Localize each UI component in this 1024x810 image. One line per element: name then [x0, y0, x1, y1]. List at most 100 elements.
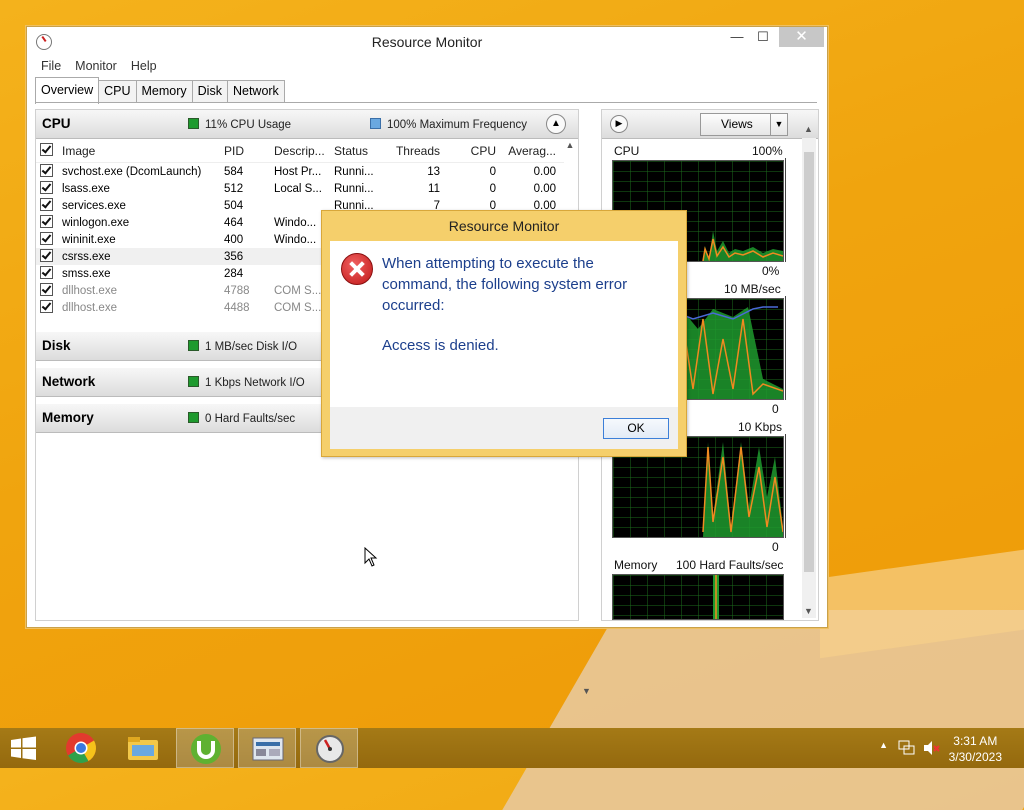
menu-bar: File Monitor Help [27, 57, 827, 77]
window-title: Resource Monitor [371, 34, 483, 50]
memory-graph-plot [613, 575, 783, 619]
cell-status: Runni... [334, 165, 374, 178]
cpu-section-title: CPU [42, 116, 71, 131]
tab-cpu[interactable]: CPU [98, 80, 137, 102]
cell-image: csrss.exe [62, 250, 111, 263]
control-panel-icon[interactable] [238, 728, 296, 768]
green-square-icon [188, 376, 199, 387]
disk-graph-min: 0 [772, 402, 779, 416]
cell-pid: 400 [224, 233, 244, 246]
file-explorer-icon[interactable] [114, 728, 172, 768]
graphs-scrollbar[interactable]: ▲ ▼ [802, 124, 816, 618]
error-dialog: Resource Monitor When attempting to exec… [321, 210, 687, 457]
tab-divider [35, 102, 817, 103]
title-bar[interactable]: Resource Monitor — ☐ ✕ [27, 27, 827, 57]
menu-file[interactable]: File [34, 57, 68, 77]
row-checkbox[interactable] [40, 282, 53, 296]
row-checkbox[interactable] [40, 214, 53, 228]
column-average[interactable]: Averag... [496, 144, 556, 158]
cell-description: Host Pr... [274, 165, 322, 178]
tab-network[interactable]: Network [226, 80, 285, 102]
dialog-body: When attempting to execute the command, … [330, 241, 678, 407]
expand-arrow-icon[interactable]: ▶ [610, 115, 628, 133]
cell-image: svchost.exe (DcomLaunch) [62, 165, 202, 178]
column-image[interactable]: Image [62, 144, 224, 158]
memory-graph-title: Memory [614, 558, 658, 572]
cell-image: services.exe [62, 199, 126, 212]
row-checkbox[interactable] [40, 163, 53, 177]
show-hidden-icons-icon[interactable]: ▲ [879, 740, 888, 750]
cell-pid: 284 [224, 267, 244, 280]
cell-description: Local S... [274, 182, 322, 195]
close-button[interactable]: ✕ [779, 27, 824, 47]
chevron-down-icon[interactable]: ▼ [770, 114, 787, 135]
scroll-up-arrow-icon[interactable]: ▲ [804, 124, 813, 134]
views-dropdown[interactable]: Views ▼ [700, 113, 788, 136]
memory-section-title: Memory [42, 410, 94, 425]
row-checkbox[interactable] [40, 231, 53, 245]
select-all-checkbox[interactable] [40, 143, 53, 156]
tab-memory[interactable]: Memory [135, 80, 193, 102]
volume-muted-icon[interactable] [922, 740, 940, 756]
row-checkbox[interactable] [40, 248, 53, 262]
dialog-message: When attempting to execute the command, … [382, 255, 628, 314]
network-section-title: Network [42, 374, 96, 389]
desktop-background-shape [820, 541, 1024, 659]
row-checkbox[interactable] [40, 299, 53, 313]
row-checkbox[interactable] [40, 265, 53, 279]
blue-square-icon [370, 118, 381, 129]
scroll-down-arrow-icon[interactable]: ▼ [582, 686, 591, 696]
tab-overview[interactable]: Overview [35, 77, 100, 104]
column-cpu[interactable]: CPU [440, 144, 496, 158]
column-threads[interactable]: Threads [390, 144, 440, 158]
cell-average: 0.00 [533, 182, 556, 195]
graph-scale-tick [785, 296, 792, 400]
ok-button[interactable]: OK [603, 418, 669, 439]
dialog-footer: OK [330, 407, 678, 449]
scroll-up-arrow-icon[interactable]: ▲ [564, 140, 576, 150]
resource-monitor-icon[interactable] [300, 728, 358, 768]
cpu-section-header[interactable]: CPU 11% CPU Usage 100% Maximum Frequency… [36, 110, 578, 139]
menu-monitor[interactable]: Monitor [68, 57, 124, 77]
cell-image: smss.exe [62, 267, 111, 280]
cell-image: lsass.exe [62, 182, 110, 195]
scrollbar-thumb[interactable] [804, 152, 814, 572]
tab-strip: Overview CPU Memory Disk Network [35, 77, 285, 104]
cpu-graph-min: 0% [762, 264, 780, 278]
cell-pid: 356 [224, 250, 244, 263]
memory-faults-stat: 0 Hard Faults/sec [188, 412, 295, 425]
row-checkbox[interactable] [40, 197, 53, 211]
scroll-down-arrow-icon[interactable]: ▼ [804, 606, 813, 616]
table-row[interactable]: svchost.exe (DcomLaunch) 584 Host Pr... … [36, 163, 564, 180]
chrome-icon[interactable] [52, 728, 110, 768]
column-status[interactable]: Status [334, 144, 390, 158]
cpu-usage-stat: 11% CPU Usage [188, 118, 291, 131]
tab-disk[interactable]: Disk [191, 80, 228, 102]
cpu-frequency-stat: 100% Maximum Frequency [370, 118, 527, 131]
green-square-icon [188, 412, 199, 423]
table-row[interactable]: lsass.exe 512 Local S... Runni... 11 0 0… [36, 180, 564, 197]
collapse-chevron-icon[interactable]: ▲ [546, 114, 566, 134]
dialog-title: Resource Monitor [448, 218, 560, 234]
cell-pid: 4488 [224, 301, 250, 314]
utorrent-icon[interactable] [176, 728, 234, 768]
menu-help[interactable]: Help [124, 57, 164, 77]
cell-image: dllhost.exe [62, 301, 117, 314]
cell-pid: 504 [224, 199, 244, 212]
minimize-button[interactable]: — [724, 27, 750, 47]
cell-status: Runni... [334, 182, 374, 195]
cpu-graph-max: 100% [752, 144, 783, 158]
column-pid[interactable]: PID [224, 144, 274, 158]
column-description[interactable]: Descrip... [274, 144, 334, 158]
clock[interactable]: 3:31 AM 3/30/2023 [949, 733, 1002, 765]
network-icon[interactable] [898, 740, 916, 756]
row-checkbox[interactable] [40, 180, 53, 194]
maximize-button[interactable]: ☐ [750, 27, 776, 47]
table-header: Image PID Descrip... Status Threads CPU … [36, 140, 564, 163]
cell-pid: 464 [224, 216, 244, 229]
clock-date: 3/30/2023 [948, 750, 1002, 764]
disk-graph-max: 10 MB/sec [724, 282, 781, 296]
start-icon[interactable] [0, 728, 58, 768]
disk-io-stat: 1 MB/sec Disk I/O [188, 340, 297, 353]
graph-scale-tick [785, 158, 792, 262]
